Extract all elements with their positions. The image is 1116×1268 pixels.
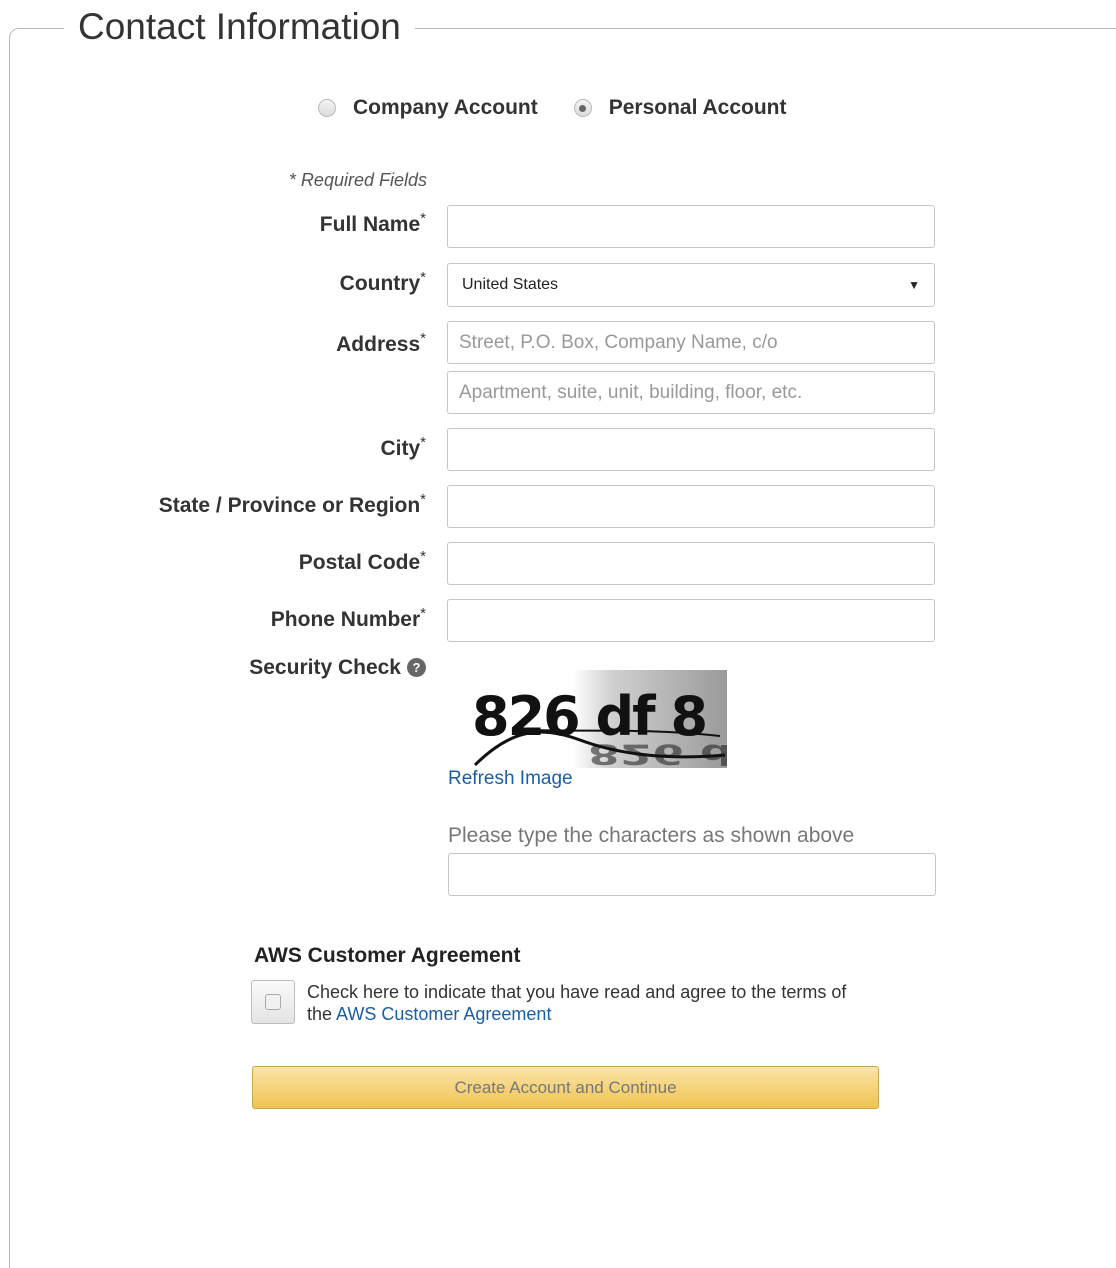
chevron-down-icon: ▼ [908, 278, 920, 292]
phone-label: Phone Number* [270, 605, 426, 631]
section-title: Contact Information [64, 4, 415, 50]
captcha-characters: 826 df 8 [472, 685, 706, 748]
agreement-title: AWS Customer Agreement [254, 944, 521, 967]
personal-account-label[interactable]: Personal Account [609, 96, 787, 120]
checkbox-box [265, 994, 281, 1010]
account-type-group: Company Account Personal Account [318, 96, 823, 120]
required-fields-note: * Required Fields [288, 170, 427, 190]
country-selected-value: United States [462, 276, 559, 293]
company-account-label[interactable]: Company Account [353, 96, 538, 120]
security-check-label: Security Check? [249, 656, 426, 680]
refresh-image-link[interactable]: Refresh Image [448, 768, 573, 790]
state-label: State / Province or Region* [158, 491, 426, 517]
city-input[interactable] [447, 428, 935, 471]
full-name-label: Full Name* [319, 210, 426, 236]
country-label: Country* [339, 269, 426, 295]
help-icon[interactable]: ? [407, 658, 426, 677]
radio-selected-dot [579, 104, 587, 112]
state-input[interactable] [447, 485, 935, 528]
personal-account-radio[interactable] [573, 99, 592, 117]
captcha-input[interactable] [448, 853, 936, 896]
captcha-prompt: Please type the characters as shown abov… [448, 824, 855, 847]
full-name-input[interactable] [447, 205, 935, 248]
agreement-text: Check here to indicate that you have rea… [307, 982, 847, 1024]
address-line1-input[interactable]: Street, P.O. Box, Company Name, c/o [447, 321, 935, 364]
aws-customer-agreement-link[interactable]: AWS Customer Agreement [336, 1004, 551, 1024]
address-line2-input[interactable]: Apartment, suite, unit, building, floor,… [447, 371, 935, 414]
company-account-radio[interactable] [318, 99, 336, 117]
postal-code-label: Postal Code* [298, 548, 426, 574]
phone-input[interactable] [447, 599, 935, 642]
captcha-graphic: 826 df 8 826 df 8 [472, 685, 727, 768]
country-select[interactable]: United States ▼ [447, 263, 935, 307]
address-label: Address* [336, 330, 426, 356]
agreement-checkbox[interactable] [251, 980, 295, 1024]
postal-code-input[interactable] [447, 542, 935, 585]
city-label: City* [380, 434, 426, 460]
create-account-button[interactable]: Create Account and Continue [252, 1066, 879, 1109]
captcha-image: 826 df 8 826 df 8 [470, 670, 727, 768]
